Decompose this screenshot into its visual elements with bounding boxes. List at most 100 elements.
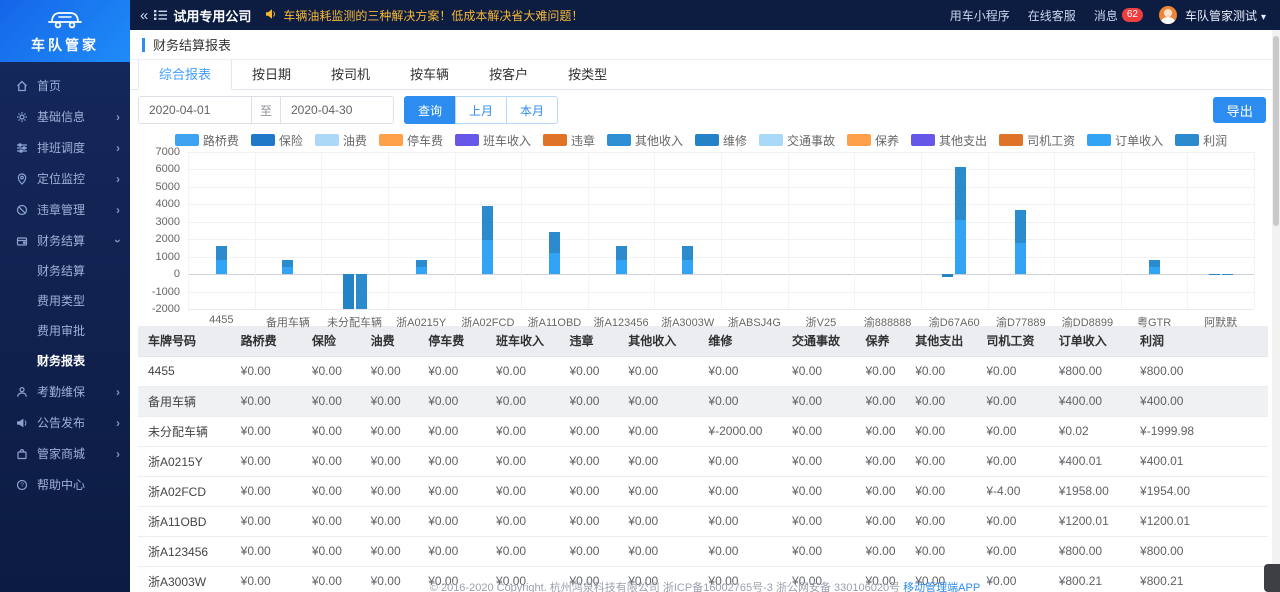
- sidebar: 车队管家 首页基础信息›排班调度›定位监控›违章管理›财务结算›财务结算费用类型…: [0, 0, 130, 592]
- table-row: 4455¥0.00¥0.00¥0.00¥0.00¥0.00¥0.00¥0.00¥…: [138, 356, 1268, 386]
- legend-item-班车收入[interactable]: 班车收入: [455, 132, 531, 149]
- sidebar-subitem-财务结算[interactable]: 财务结算: [0, 256, 130, 286]
- legend-item-路桥费[interactable]: 路桥费: [175, 132, 239, 149]
- value-cell: ¥0.00: [855, 386, 905, 416]
- tab-按车辆[interactable]: 按车辆: [390, 60, 469, 89]
- legend-item-保险[interactable]: 保险: [251, 132, 303, 149]
- sidebar-item-公告发布[interactable]: 公告发布›: [0, 407, 130, 438]
- grid-vline: [988, 152, 989, 309]
- topnav-用车小程序[interactable]: 用车小程序: [950, 7, 1010, 24]
- sidebar-item-基础信息[interactable]: 基础信息›: [0, 101, 130, 132]
- collapse-sidebar-icon[interactable]: «: [140, 7, 148, 24]
- legend-item-违章[interactable]: 违章: [543, 132, 595, 149]
- legend-item-交通事故[interactable]: 交通事故: [759, 132, 835, 149]
- bar-粤GTR-订单收入: [1149, 267, 1160, 274]
- sidebar-item-考勤维保[interactable]: 考勤维保›: [0, 376, 130, 407]
- tab-按客户[interactable]: 按客户: [469, 60, 548, 89]
- tab-综合报表[interactable]: 综合报表: [138, 60, 232, 90]
- prev-month-button[interactable]: 上月: [455, 96, 507, 124]
- tab-按类型[interactable]: 按类型: [548, 60, 627, 89]
- legend-label: 违章: [571, 132, 595, 149]
- legend-item-停车费[interactable]: 停车费: [379, 132, 443, 149]
- legend-item-订单收入[interactable]: 订单收入: [1087, 132, 1163, 149]
- value-cell: ¥0.00: [618, 356, 698, 386]
- table-row: 浙A0215Y¥0.00¥0.00¥0.00¥0.00¥0.00¥0.00¥0.…: [138, 446, 1268, 476]
- scrollbar-thumb[interactable]: [1273, 36, 1279, 226]
- legend-item-其他收入[interactable]: 其他收入: [607, 132, 683, 149]
- value-cell: ¥0.00: [698, 506, 782, 536]
- grid-vline: [1254, 152, 1255, 309]
- bar-未分配车辆-利润: [356, 274, 367, 309]
- legend-label: 保养: [875, 132, 899, 149]
- sidebar-item-违章管理[interactable]: 违章管理›: [0, 194, 130, 225]
- floating-widget[interactable]: [1264, 564, 1280, 592]
- table-row: 浙A3003W¥0.00¥0.00¥0.00¥0.00¥0.00¥0.00¥0.…: [138, 566, 1268, 592]
- sidebar-item-定位监控[interactable]: 定位监控›: [0, 163, 130, 194]
- table-header-row: 车牌号码路桥费保险油费停车费班车收入违章其他收入维修交通事故保养其他支出司机工资…: [138, 326, 1268, 356]
- sidebar-item-财务结算[interactable]: 财务结算›: [0, 225, 130, 256]
- legend-item-维修[interactable]: 维修: [695, 132, 747, 149]
- announce-icon: [14, 417, 30, 429]
- message-count-badge: 62: [1122, 8, 1143, 22]
- chevron-right-icon: ›: [116, 110, 120, 124]
- brand-logo: 车队管家: [0, 0, 130, 62]
- this-month-button[interactable]: 本月: [506, 96, 558, 124]
- export-button[interactable]: 导出: [1213, 97, 1266, 123]
- tab-按日期[interactable]: 按日期: [232, 60, 311, 89]
- topbar: « 试用专用公司 车辆油耗监测的三种解决方案！低成本解决省大难问题！: [130, 0, 1280, 30]
- bar-渝D67A60-维修: [942, 274, 953, 277]
- sidebar-item-label: 违章管理: [37, 201, 85, 218]
- x-axis-label: 浙A02FCD: [461, 314, 514, 330]
- sidebar-item-帮助中心[interactable]: ?帮助中心: [0, 469, 130, 500]
- value-cell: ¥1958.00: [1049, 476, 1130, 506]
- user-avatar[interactable]: [1159, 6, 1177, 24]
- bar-浙A02FCD-订单收入: [482, 240, 493, 274]
- sidebar-item-排班调度[interactable]: 排班调度›: [0, 132, 130, 163]
- legend-label: 其他收入: [635, 132, 683, 149]
- value-cell: ¥0.00: [905, 416, 976, 446]
- sidebar-subitem-财务报表[interactable]: 财务报表: [0, 346, 130, 376]
- plate-cell: 未分配车辆: [138, 416, 231, 446]
- query-button-group: 查询 上月 本月: [404, 96, 558, 124]
- bar-阿默默-利润: [1222, 274, 1233, 275]
- value-cell: ¥0.00: [361, 356, 419, 386]
- schedule-icon: [14, 142, 30, 154]
- sidebar-subitem-费用类型[interactable]: 费用类型: [0, 286, 130, 316]
- x-axis-label: 阿默默: [1204, 314, 1237, 330]
- date-to-input[interactable]: [281, 97, 393, 123]
- y-axis-tick: 7000: [156, 146, 180, 158]
- legend-item-其他支出[interactable]: 其他支出: [911, 132, 987, 149]
- scrollbar-track[interactable]: [1272, 30, 1280, 592]
- x-axis-label: 浙ABSJ4G: [728, 314, 781, 330]
- sidebar-item-label: 首页: [37, 77, 61, 94]
- date-from-input[interactable]: [139, 97, 251, 123]
- tab-按司机[interactable]: 按司机: [311, 60, 390, 89]
- legend-item-利润[interactable]: 利润: [1175, 132, 1227, 149]
- sidebar-item-首页[interactable]: 首页: [0, 70, 130, 101]
- sidebar-item-管家商城[interactable]: 管家商城›: [0, 438, 130, 469]
- query-button[interactable]: 查询: [404, 96, 456, 124]
- legend-item-油费[interactable]: 油费: [315, 132, 367, 149]
- mobile-app-link[interactable]: 移动管理端APP: [903, 582, 980, 592]
- column-header-班车收入: 班车收入: [486, 326, 559, 356]
- value-cell: ¥0.00: [905, 506, 976, 536]
- sidebar-subitem-费用审批[interactable]: 费用审批: [0, 316, 130, 346]
- value-cell: ¥0.00: [618, 386, 698, 416]
- y-axis-tick: 6000: [156, 163, 180, 175]
- user-name: 车队管家测试: [1185, 9, 1257, 23]
- legend-item-司机工资[interactable]: 司机工资: [999, 132, 1075, 149]
- y-axis-tick: 0: [174, 268, 180, 280]
- bar-粤GTR-利润: [1149, 260, 1160, 267]
- grid-vline: [455, 152, 456, 309]
- value-cell: ¥0.00: [976, 446, 1048, 476]
- legend-item-保养[interactable]: 保养: [847, 132, 899, 149]
- topnav-在线客服[interactable]: 在线客服: [1028, 7, 1076, 24]
- topnav-消息[interactable]: 消息62: [1094, 7, 1143, 24]
- value-cell: ¥0.00: [361, 476, 419, 506]
- car-logo-icon: [46, 8, 84, 33]
- location-icon: [14, 173, 30, 185]
- legend-swatch: [759, 134, 783, 146]
- x-axis-label: 渝DD8899: [1062, 314, 1113, 330]
- value-cell: ¥0.00: [418, 506, 486, 536]
- user-menu[interactable]: 车队管家测试▾: [1185, 7, 1266, 24]
